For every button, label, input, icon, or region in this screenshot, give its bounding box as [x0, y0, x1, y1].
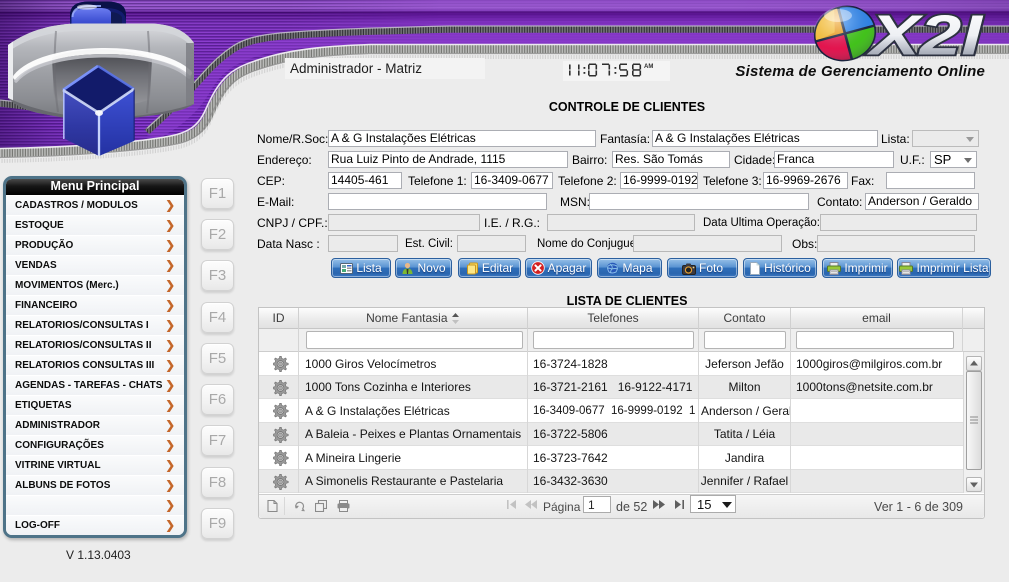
svg-text:X2I: X2I [866, 4, 983, 68]
